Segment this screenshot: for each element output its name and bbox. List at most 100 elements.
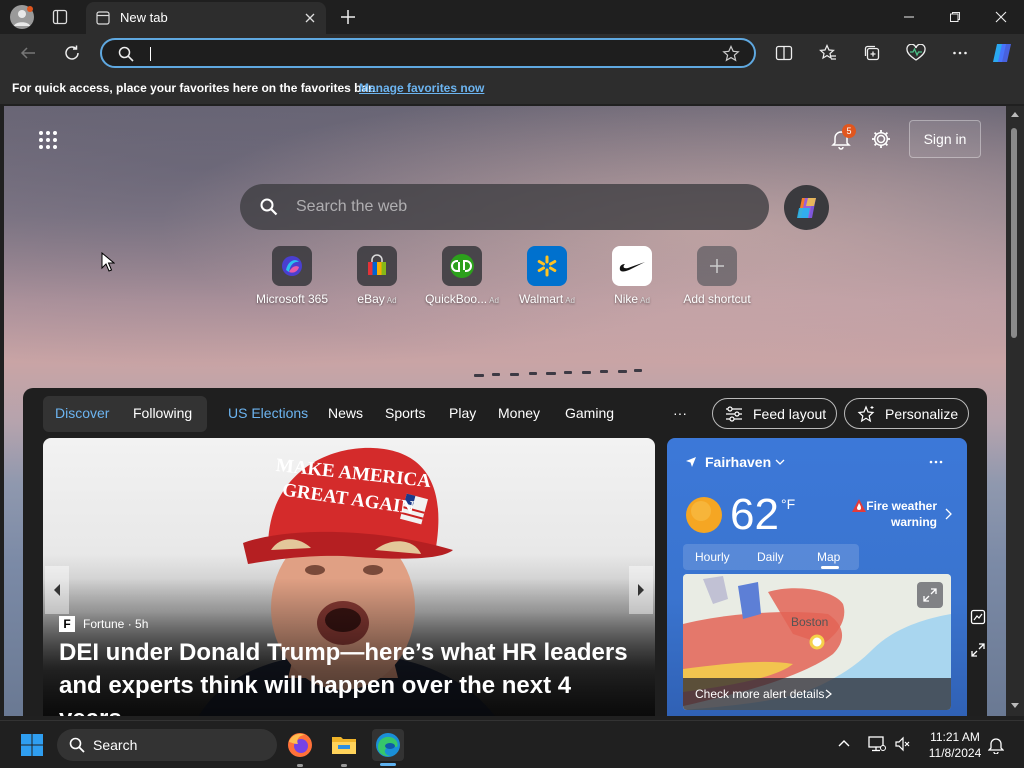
next-article-button[interactable] bbox=[629, 566, 653, 614]
close-window-button[interactable] bbox=[978, 0, 1024, 34]
address-input[interactable] bbox=[150, 47, 151, 61]
file-explorer-app-icon[interactable] bbox=[328, 729, 360, 761]
alert-details-bar[interactable]: Check more alert details bbox=[683, 678, 951, 710]
tab-actions-icon[interactable] bbox=[52, 9, 68, 25]
scroll-down-icon[interactable] bbox=[1010, 702, 1020, 710]
edge-active-indicator bbox=[380, 763, 396, 766]
web-search-input[interactable]: Search the web bbox=[296, 198, 407, 216]
weather-more-icon[interactable] bbox=[929, 460, 943, 464]
expand-map-icon[interactable] bbox=[917, 582, 943, 608]
article-source-label: Fortune · 5h bbox=[83, 617, 149, 631]
taskbar-clock[interactable]: 11:21 AM 11/8/2024 bbox=[917, 729, 993, 761]
minimize-button[interactable] bbox=[886, 0, 932, 34]
scroll-up-icon[interactable] bbox=[1010, 110, 1020, 118]
previous-article-button[interactable] bbox=[45, 566, 69, 614]
quick-link-quickbooks[interactable]: QuickBoo... Ad bbox=[417, 246, 507, 306]
firefox-running-indicator bbox=[297, 764, 303, 767]
add-shortcut-button[interactable]: Add shortcut bbox=[672, 246, 762, 306]
profile-avatar[interactable] bbox=[10, 5, 34, 29]
tab-gaming[interactable]: Gaming bbox=[565, 405, 614, 421]
quick-link-microsoft-365[interactable]: Microsoft 365 bbox=[247, 246, 337, 306]
restore-button[interactable] bbox=[932, 0, 978, 34]
split-screen-icon[interactable] bbox=[774, 43, 794, 63]
hero-article-card[interactable]: MAKE AMERICA GREAT AGAIN F Fortune · 5h … bbox=[43, 438, 655, 716]
tab-following[interactable]: Following bbox=[133, 405, 192, 421]
address-bar[interactable] bbox=[100, 38, 756, 68]
browser-essentials-icon[interactable] bbox=[906, 43, 926, 63]
tab-money[interactable]: Money bbox=[498, 405, 540, 421]
sunny-icon bbox=[685, 496, 723, 534]
more-tabs-button[interactable]: ··· bbox=[673, 405, 687, 421]
copilot-sidebar-icon[interactable] bbox=[990, 41, 1014, 65]
title-bar: New tab bbox=[0, 0, 1024, 34]
chevron-down-icon[interactable] bbox=[775, 458, 785, 466]
search-icon bbox=[260, 198, 278, 216]
chevron-right-icon[interactable] bbox=[944, 508, 952, 520]
weather-tabs: Hourly Daily Map bbox=[683, 544, 859, 570]
collections-icon[interactable] bbox=[862, 43, 882, 63]
sign-in-button[interactable]: Sign in bbox=[909, 120, 981, 158]
quick-link-label: Add shortcut bbox=[683, 292, 751, 306]
tab-sports[interactable]: Sports bbox=[385, 405, 425, 421]
copilot-button[interactable] bbox=[784, 185, 829, 230]
settings-more-icon[interactable] bbox=[950, 43, 970, 63]
tab-us-elections[interactable]: US Elections bbox=[228, 405, 308, 421]
quick-link-walmart[interactable]: Walmart Ad bbox=[502, 246, 592, 306]
weather-unit: °F bbox=[781, 496, 796, 512]
refresh-icon[interactable] bbox=[62, 43, 82, 63]
weather-tab-map[interactable]: Map bbox=[817, 550, 840, 564]
quick-link-label: eBay bbox=[357, 292, 385, 306]
fullscreen-icon[interactable] bbox=[970, 642, 986, 658]
chevron-right-icon bbox=[825, 689, 832, 699]
personalize-button[interactable]: Personalize bbox=[844, 398, 970, 429]
new-tab-button[interactable] bbox=[340, 9, 356, 25]
quick-link-ebay[interactable]: eBay Ad bbox=[332, 246, 422, 306]
taskbar-search-input[interactable]: Search bbox=[93, 737, 137, 753]
manage-favorites-link[interactable]: Manage favorites now bbox=[359, 81, 484, 95]
search-icon bbox=[118, 46, 134, 62]
scrollbar-thumb[interactable] bbox=[1011, 128, 1017, 338]
weather-alert[interactable]: Fire weather warning bbox=[853, 498, 937, 530]
taskbar-search[interactable]: Search bbox=[57, 729, 277, 761]
taskbar: Search 11:21 AM 11/8/2024 bbox=[0, 720, 1024, 768]
close-tab-icon[interactable] bbox=[304, 12, 316, 24]
plus-icon bbox=[697, 246, 737, 286]
feedback-icon[interactable] bbox=[970, 609, 986, 625]
feed-layout-button[interactable]: Feed layout bbox=[712, 398, 838, 429]
ad-label: Ad bbox=[640, 296, 650, 305]
alert-details-link[interactable]: Check more alert details bbox=[695, 687, 824, 701]
page-settings-gear-icon[interactable] bbox=[870, 128, 892, 150]
weather-tab-daily[interactable]: Daily bbox=[757, 550, 784, 564]
network-icon[interactable] bbox=[868, 736, 886, 752]
weather-tab-hourly[interactable]: Hourly bbox=[695, 550, 730, 564]
tab-play[interactable]: Play bbox=[449, 405, 476, 421]
favorites-icon[interactable] bbox=[818, 43, 838, 63]
new-tab-page: 5 Sign in Search the web Microsoft 365 e… bbox=[4, 106, 1006, 716]
app-launcher-icon[interactable] bbox=[38, 130, 58, 150]
start-button[interactable] bbox=[16, 729, 48, 761]
tab-new-tab[interactable]: New tab bbox=[86, 2, 326, 34]
news-feed: Discover Following US Elections News Spo… bbox=[23, 388, 987, 716]
volume-muted-icon[interactable] bbox=[894, 736, 910, 752]
weather-alert-map[interactable]: Boston Check more alert details bbox=[683, 574, 951, 710]
weather-card[interactable]: Fairhaven 62 °F Fire weather warning Hou… bbox=[667, 438, 967, 716]
page-scrollbar[interactable] bbox=[1006, 106, 1024, 716]
web-search-box[interactable]: Search the web bbox=[240, 184, 769, 230]
favorite-star-icon[interactable] bbox=[722, 45, 740, 63]
notification-badge: 5 bbox=[842, 124, 856, 138]
tab-title: New tab bbox=[120, 10, 168, 25]
article-headline[interactable]: DEI under Donald Trump—here’s what HR le… bbox=[59, 636, 639, 716]
tab-news[interactable]: News bbox=[328, 405, 363, 421]
edge-app-icon[interactable] bbox=[372, 729, 404, 761]
back-icon[interactable] bbox=[18, 43, 38, 63]
windows-logo-icon bbox=[21, 734, 43, 756]
show-hidden-icons-chevron-up-icon[interactable] bbox=[838, 739, 850, 747]
notification-bell-icon[interactable] bbox=[988, 736, 1004, 754]
firefox-app-icon[interactable] bbox=[284, 729, 316, 761]
quick-link-nike[interactable]: Nike Ad bbox=[587, 246, 677, 306]
clock-time: 11:21 AM bbox=[930, 730, 980, 744]
tab-discover[interactable]: Discover bbox=[55, 405, 109, 421]
mouse-cursor-icon bbox=[101, 252, 115, 272]
explorer-running-indicator bbox=[341, 764, 347, 767]
weather-location[interactable]: Fairhaven bbox=[705, 454, 771, 470]
